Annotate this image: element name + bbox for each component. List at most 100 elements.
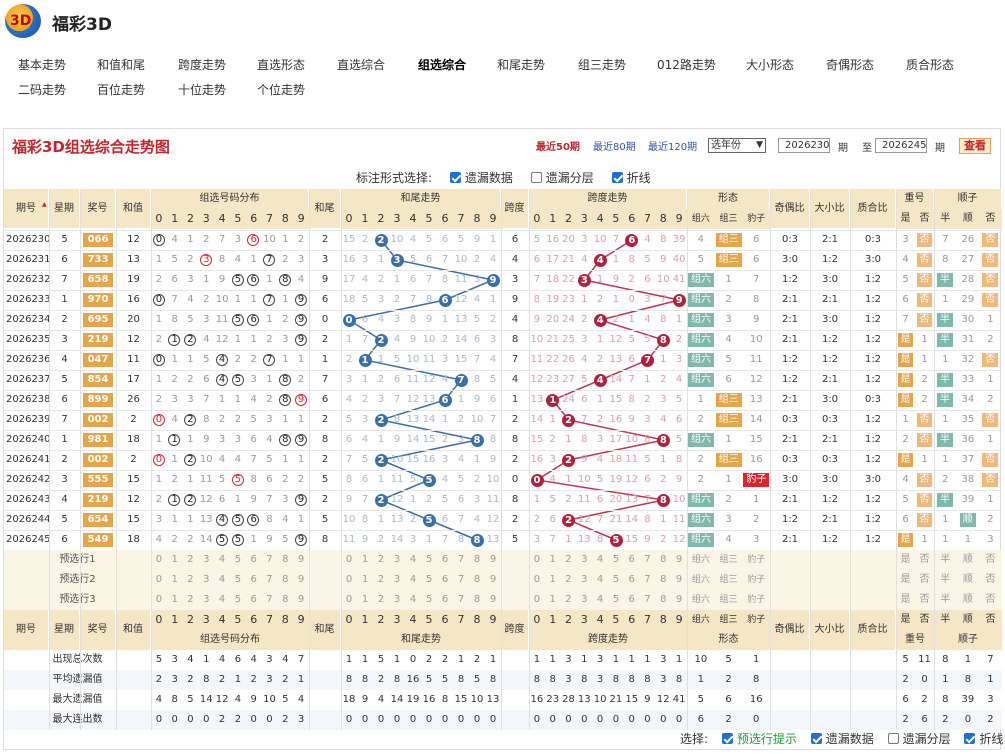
bottom-option-missing-data[interactable]: 遗漏数据 — [810, 732, 874, 746]
hit-ring — [247, 313, 260, 326]
checkbox-icon[interactable] — [530, 172, 542, 183]
row-divider — [4, 530, 1002, 531]
digit-header: 3 — [389, 209, 405, 229]
group-cell: 3 — [282, 334, 289, 345]
predict-digit: 0 — [341, 590, 357, 610]
nav-item-0-6[interactable]: 和尾走势 — [497, 56, 545, 73]
range-50-link[interactable]: 最近50期 — [536, 138, 580, 153]
nav-item-0-8[interactable]: 012路走势 — [657, 56, 716, 73]
span-hit-ball: 9 — [672, 293, 686, 307]
predict-digit: 2 — [182, 590, 199, 610]
group-cell: 4 — [297, 274, 305, 285]
nav-item-1-3[interactable]: 个位走势 — [257, 81, 305, 98]
checkbox-icon[interactable] — [810, 733, 822, 744]
predict-digit: 5 — [608, 550, 624, 570]
seq-badge: 半 — [937, 273, 953, 287]
span-miss-cell: 15 — [625, 534, 639, 545]
from-period-input[interactable]: 2026230 — [778, 138, 830, 153]
tail-miss-cell: 13 — [454, 314, 468, 325]
group-cell: 5 — [187, 314, 194, 325]
digit-header: 5 — [421, 209, 437, 229]
nav-item-0-11[interactable]: 质合形态 — [906, 56, 954, 73]
group-cell: 3 — [203, 314, 210, 325]
seq-badge: 半 — [937, 433, 953, 447]
span-miss-cell: 1 — [549, 414, 556, 425]
predict-digit: 6 — [437, 550, 453, 570]
checkbox-icon[interactable] — [449, 172, 461, 183]
hit-ring — [184, 493, 197, 506]
span-miss-cell: 10 — [593, 234, 607, 245]
nav-item-0-10[interactable]: 奇偶形态 — [826, 56, 874, 73]
checkbox-icon[interactable] — [721, 733, 733, 744]
tail-miss-cell: 6 — [441, 514, 449, 525]
stat-cell: 5 — [182, 690, 199, 710]
period-cell: 2026237 — [6, 374, 49, 385]
span-miss-cell: 26 — [562, 354, 575, 365]
span-cell: 2 — [511, 414, 519, 425]
checkbox-icon[interactable] — [611, 172, 623, 183]
year-select[interactable]: 选年份 ▼ — [708, 138, 766, 153]
nav-item-0-4[interactable]: 直选综合 — [337, 56, 385, 73]
group-cell: 2 — [282, 314, 289, 325]
nav-item-0-0[interactable]: 基本走势 — [18, 56, 66, 73]
nav-item-0-1[interactable]: 和值和尾 — [97, 56, 145, 73]
bottom-options: 选择: 预选行提示 遗漏数据 遗漏分层 折线 — [680, 730, 1005, 747]
bottom-option-line[interactable]: 折线 — [964, 732, 1003, 746]
sort-icon[interactable]: ▲ — [42, 201, 47, 208]
footer-header-s: 和值 — [116, 610, 151, 650]
stat-cell: 3 — [592, 650, 608, 670]
nav-item-0-2[interactable]: 跨度走势 — [178, 56, 226, 73]
group-cell: 6 — [250, 434, 257, 445]
nav-item-0-3[interactable]: 直选形态 — [257, 56, 305, 73]
predict-digit: 2 — [560, 550, 577, 570]
group-cell: 10 — [199, 454, 213, 465]
predict-digit: 3 — [198, 550, 215, 570]
stat-cell: 8 — [341, 670, 357, 690]
digit-header: 0 — [151, 610, 167, 630]
to-period-input[interactable]: 2026245 — [875, 138, 927, 153]
marker-option-missing-data[interactable]: 遗漏数据 — [449, 171, 513, 185]
nav-item-0-9[interactable]: 大小形态 — [746, 56, 794, 73]
digit-header: 6 — [437, 610, 453, 630]
range-80-link[interactable]: 最近80期 — [593, 138, 636, 153]
group-cell: 2 — [171, 374, 178, 385]
group-cell: 2 — [218, 414, 226, 425]
stat-cell: 3 — [261, 670, 278, 690]
span-miss-cell: 3 — [581, 234, 588, 245]
span-miss-cell: 25 — [562, 334, 575, 345]
seq-miss-cell: 8 — [942, 254, 949, 265]
query-button[interactable]: 查看 — [959, 138, 991, 154]
week-cell: 1 — [61, 434, 68, 445]
nav-item-1-1[interactable]: 百位走势 — [97, 81, 145, 98]
nav-item-1-2[interactable]: 十位走势 — [178, 81, 226, 98]
marker-option-missing-layer[interactable]: 遗漏分层 — [530, 171, 594, 185]
big-small-cell: 2:1 — [821, 374, 839, 385]
col-divider — [850, 189, 851, 730]
col-header-g: 组选号码分布 — [151, 189, 309, 209]
predict-digit: 7 — [261, 550, 278, 570]
predict-seq: 半 — [934, 590, 957, 610]
predict-form: 组六 — [687, 570, 715, 590]
stat-cell: 2 — [151, 670, 167, 690]
nav-item-0-5[interactable]: 组选综合 — [418, 56, 466, 73]
hit-ring — [294, 333, 307, 346]
checkbox-icon[interactable] — [887, 733, 899, 744]
range-120-link[interactable]: 最近120期 — [648, 138, 697, 153]
stat-cell: 1 — [934, 670, 957, 690]
stat-cell: 1 — [357, 650, 373, 670]
marker-option-line[interactable]: 折线 — [611, 171, 651, 185]
tail-miss-cell: 18 — [342, 294, 356, 305]
bottom-option-predict-hint[interactable]: 预选行提示 — [721, 732, 797, 746]
number-badge: 899 — [83, 393, 113, 407]
digit-header: 2 — [182, 209, 199, 229]
bottom-option-missing-layer[interactable]: 遗漏分层 — [887, 732, 951, 746]
odd-even-cell: 2:1 — [781, 394, 799, 405]
tail-miss-cell: 3 — [441, 354, 449, 365]
dup-miss-cell: 2 — [921, 374, 928, 385]
seq-miss-cell: 1 — [987, 314, 994, 325]
digit-header: 1 — [166, 209, 183, 229]
nav-item-0-7[interactable]: 组三走势 — [578, 56, 626, 73]
checkbox-icon[interactable] — [964, 733, 976, 744]
nav-item-1-0[interactable]: 二码走势 — [18, 81, 66, 98]
col-divider — [810, 189, 811, 730]
